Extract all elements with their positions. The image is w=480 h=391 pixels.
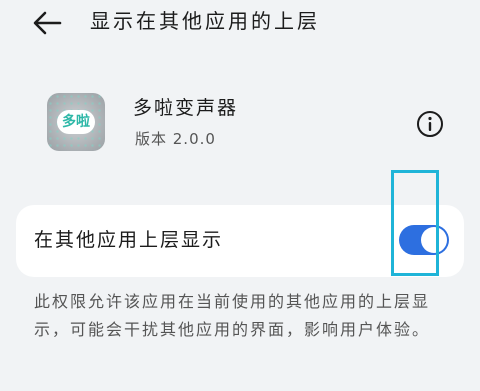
- page-title: 显示在其他应用的上层: [90, 9, 320, 33]
- permission-description: 此权限允许该应用在当前使用的其他应用的上层显示，可能会干扰其他应用的界面，影响用…: [34, 292, 431, 339]
- app-version: 版本 2.0.0: [135, 130, 216, 148]
- top-bar: 显示在其他应用的上层: [0, 0, 480, 50]
- app-info-row: 多啦 多啦变声器 版本 2.0.0: [0, 90, 480, 160]
- overlay-permission-label: 在其他应用上层显示: [34, 229, 224, 251]
- toggle-highlight-box: [391, 170, 439, 276]
- back-button[interactable]: [30, 8, 64, 38]
- info-icon: [417, 111, 443, 137]
- app-name: 多啦变声器: [133, 97, 239, 119]
- back-arrow-icon: [33, 11, 62, 35]
- app-info-button[interactable]: [416, 110, 444, 138]
- app-logo-text: 多啦: [57, 110, 95, 134]
- app-icon: 多啦: [47, 93, 105, 151]
